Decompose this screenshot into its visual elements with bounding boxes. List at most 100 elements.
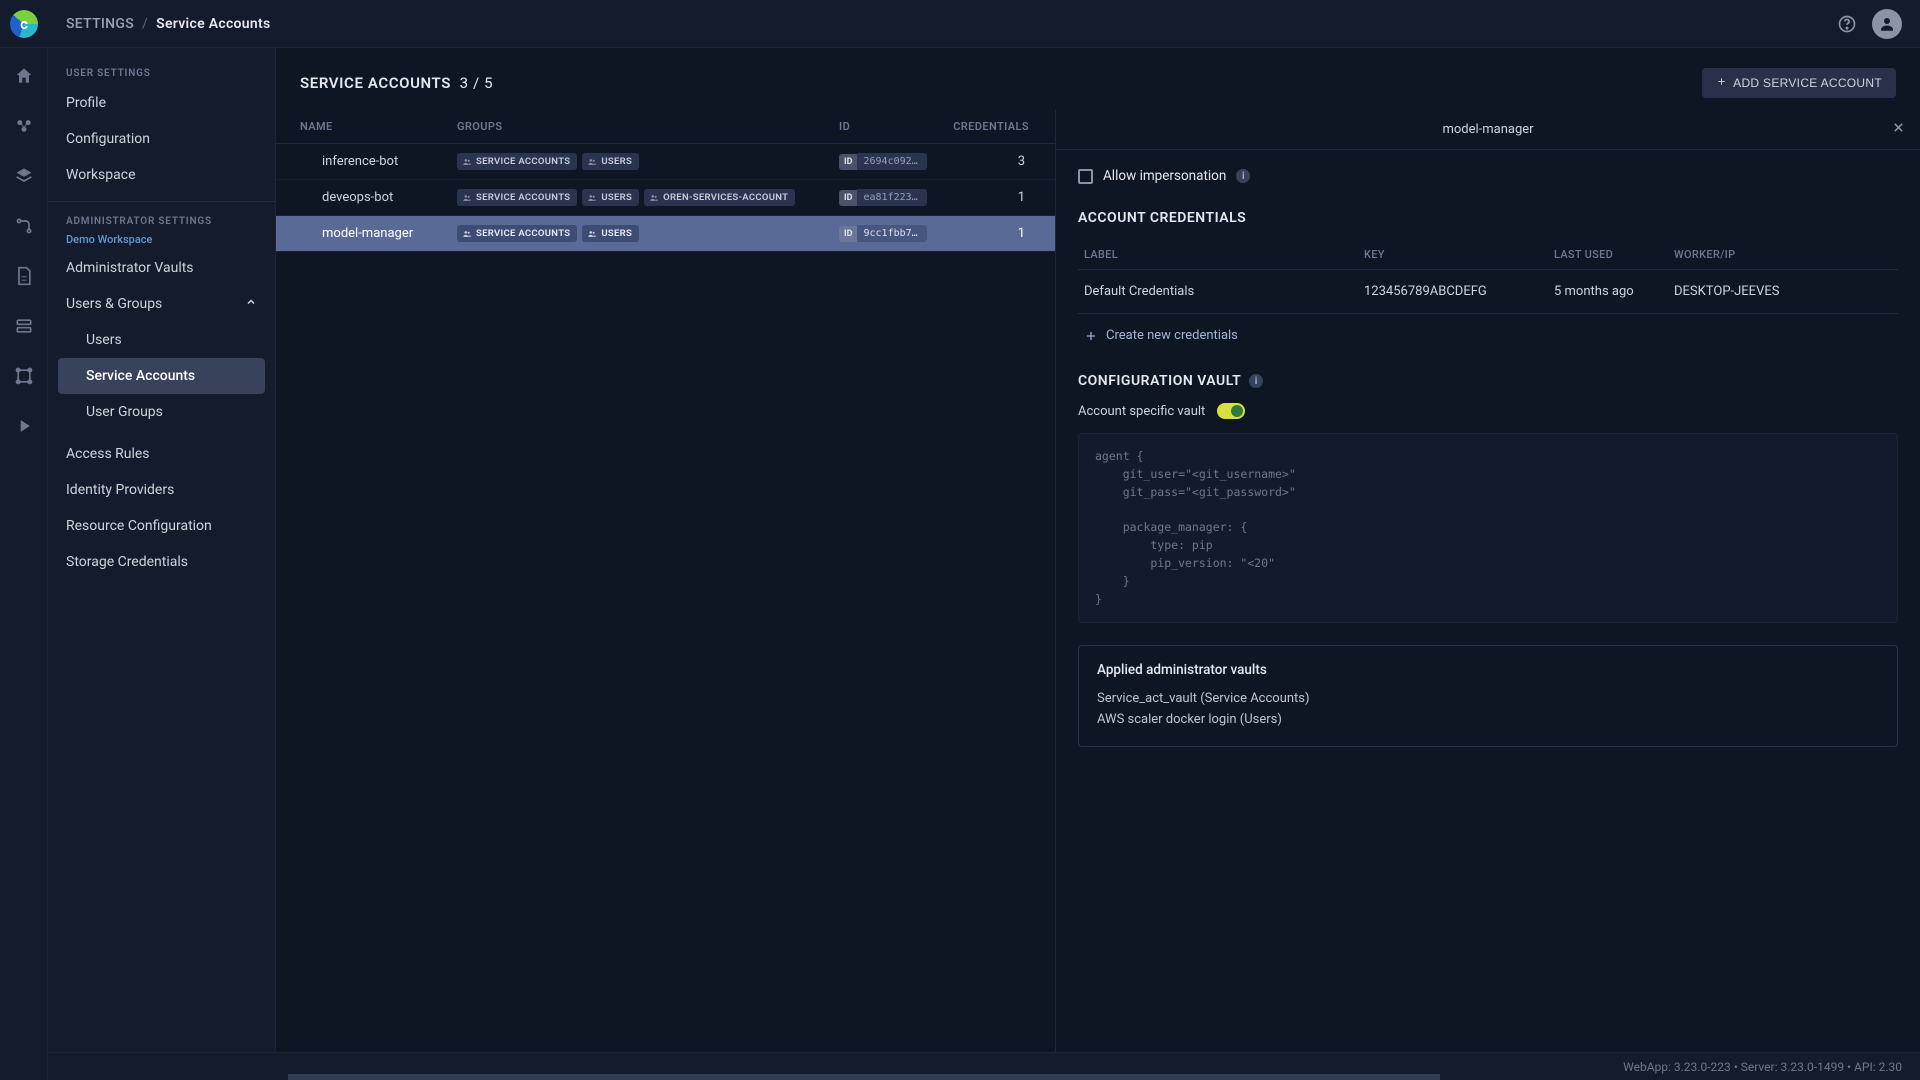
logo[interactable] [0,10,48,38]
nav-users-groups[interactable]: Users & Groups [48,286,275,322]
page-title: SERVICE ACCOUNTS 3 / 5 [300,74,493,92]
nav-rail [0,48,48,1080]
help-icon[interactable] [1832,9,1862,39]
side-navigation: USER SETTINGS Profile Configuration Work… [48,48,276,1080]
rail-flow-icon[interactable] [10,212,38,240]
table-row[interactable]: model-manager SERVICE ACCOUNTSUSERS ID9c… [276,216,1055,252]
accounts-table: NAME GROUPS ID CREDENTIALS inference-bot… [276,110,1056,1080]
group-chip: SERVICE ACCOUNTS [457,153,577,170]
horizontal-scrollbar[interactable] [288,1074,1440,1080]
table-row[interactable]: inference-bot SERVICE ACCOUNTSUSERS ID26… [276,144,1055,180]
nav-service-accounts[interactable]: Service Accounts [58,358,265,394]
workspace-sublabel: Demo Workspace [48,233,275,250]
nav-workspace-label: Workspace [66,167,136,183]
cred-worker: DESKTOP-JEEVES [1674,284,1892,299]
group-chip: USERS [582,225,639,242]
row-name: deveops-bot [292,190,457,205]
ch-worker: WORKER/IP [1674,248,1892,261]
nav-identity-providers-label: Identity Providers [66,482,174,498]
credential-row[interactable]: Default Credentials 123456789ABCDEFG 5 m… [1078,270,1898,314]
ch-last: LAST USED [1554,248,1674,261]
allow-impersonation-checkbox[interactable] [1078,169,1093,184]
table-row[interactable]: deveops-bot SERVICE ACCOUNTS USERS OREN-SE… [276,180,1055,216]
detail-panel: model-manager Allow impersonation i ACCO… [1056,110,1920,1080]
th-credentials[interactable]: CREDENTIALS [949,120,1039,133]
ch-key: KEY [1364,248,1554,261]
row-credentials: 1 [949,226,1039,241]
breadcrumb: SETTINGS / Service Accounts [66,16,271,32]
nav-users[interactable]: Users [58,322,265,358]
breadcrumb-settings[interactable]: SETTINGS [66,16,134,32]
create-credentials-button[interactable]: Create new credentials [1078,314,1898,353]
topbar: SETTINGS / Service Accounts [0,0,1920,48]
cred-last-used: 5 months ago [1554,284,1674,299]
nav-configuration[interactable]: Configuration [48,121,275,157]
rail-file-icon[interactable] [10,262,38,290]
row-groups: SERVICE ACCOUNTS USERS [457,153,839,170]
nav-admin-vaults-label: Administrator Vaults [66,260,194,276]
nav-users-groups-label: Users & Groups [66,296,162,312]
vault-toggle[interactable] [1217,403,1245,419]
row-id: IDea81f223 … [839,189,949,206]
plus-icon [1716,76,1727,90]
nav-access-rules[interactable]: Access Rules [48,436,275,472]
vault-section-title: CONFIGURATION VAULT i [1078,373,1898,389]
row-groups: SERVICE ACCOUNTS USERS OREN-SERVICES-ACCOU… [457,189,839,206]
group-chip: SERVICE ACCOUNTS [457,225,577,242]
ch-label: LABEL [1084,248,1364,261]
add-button-label: ADD SERVICE ACCOUNT [1733,76,1882,90]
rail-brain-icon[interactable] [10,112,38,140]
vault-toggle-label: Account specific vault [1078,404,1205,419]
detail-title: model-manager [1442,122,1533,137]
credentials-table: LABEL KEY LAST USED WORKER/IP Default Cr… [1078,240,1898,314]
vault-title-text: CONFIGURATION VAULT [1078,373,1241,389]
nav-profile-label: Profile [66,95,106,111]
group-chip: USERS [582,189,639,206]
applied-vault-line: Service_act_vault (Service Accounts) [1097,688,1879,709]
info-icon[interactable]: i [1236,169,1250,183]
breadcrumb-sep: / [142,16,148,32]
nav-admin-vaults[interactable]: Administrator Vaults [48,250,275,286]
nav-identity-providers[interactable]: Identity Providers [48,472,275,508]
group-chip: SERVICE ACCOUNTS [457,189,577,206]
content: SERVICE ACCOUNTS 3 / 5 ADD SERVICE ACCOU… [276,48,1920,1080]
cred-key: 123456789ABCDEFG [1364,284,1554,299]
row-groups: SERVICE ACCOUNTS USERS [457,225,839,242]
rail-shape-icon[interactable] [10,362,38,390]
group-chip: OREN-SERVICES-ACCOUNT [644,189,795,206]
add-service-account-button[interactable]: ADD SERVICE ACCOUNT [1702,68,1896,98]
applied-vault-line: AWS scaler docker login (Users) [1097,709,1879,730]
close-icon[interactable] [1891,120,1906,139]
row-id: ID2694c092 … [839,153,949,170]
th-id[interactable]: ID [839,120,949,133]
rail-home-icon[interactable] [10,62,38,90]
allow-impersonation-label: Allow impersonation [1103,168,1226,184]
admin-settings-label: ADMINISTRATOR SETTINGS [48,210,275,233]
content-header: SERVICE ACCOUNTS 3 / 5 ADD SERVICE ACCOU… [276,48,1920,110]
rail-server-icon[interactable] [10,312,38,340]
rail-layers-icon[interactable] [10,162,38,190]
nav-workspace[interactable]: Workspace [48,157,275,193]
th-name[interactable]: NAME [292,120,457,133]
vault-toggle-row: Account specific vault [1078,403,1898,419]
user-avatar[interactable] [1872,9,1902,39]
chevron-up-icon [245,296,257,312]
check-icon [1233,406,1241,414]
nav-access-rules-label: Access Rules [66,446,150,462]
credentials-header: LABEL KEY LAST USED WORKER/IP [1078,240,1898,270]
th-groups[interactable]: GROUPS [457,120,839,133]
nav-profile[interactable]: Profile [48,85,275,121]
rail-play-icon[interactable] [10,412,38,440]
nav-resource-config[interactable]: Resource Configuration [48,508,275,544]
nav-storage-credentials-label: Storage Credentials [66,554,188,570]
breadcrumb-page: Service Accounts [156,16,270,32]
info-icon[interactable]: i [1249,374,1263,388]
nav-storage-credentials[interactable]: Storage Credentials [48,544,275,580]
applied-vaults-box: Applied administrator vaults Service_act… [1078,645,1898,747]
group-chip: USERS [582,153,639,170]
row-id: ID9cc1fbb7 … [839,225,949,242]
page-title-count: 3 / 5 [460,74,494,92]
vault-config-code[interactable]: agent { git_user="<git_username>" git_pa… [1078,433,1898,623]
cred-label: Default Credentials [1084,284,1364,299]
nav-user-groups[interactable]: User Groups [58,394,265,430]
